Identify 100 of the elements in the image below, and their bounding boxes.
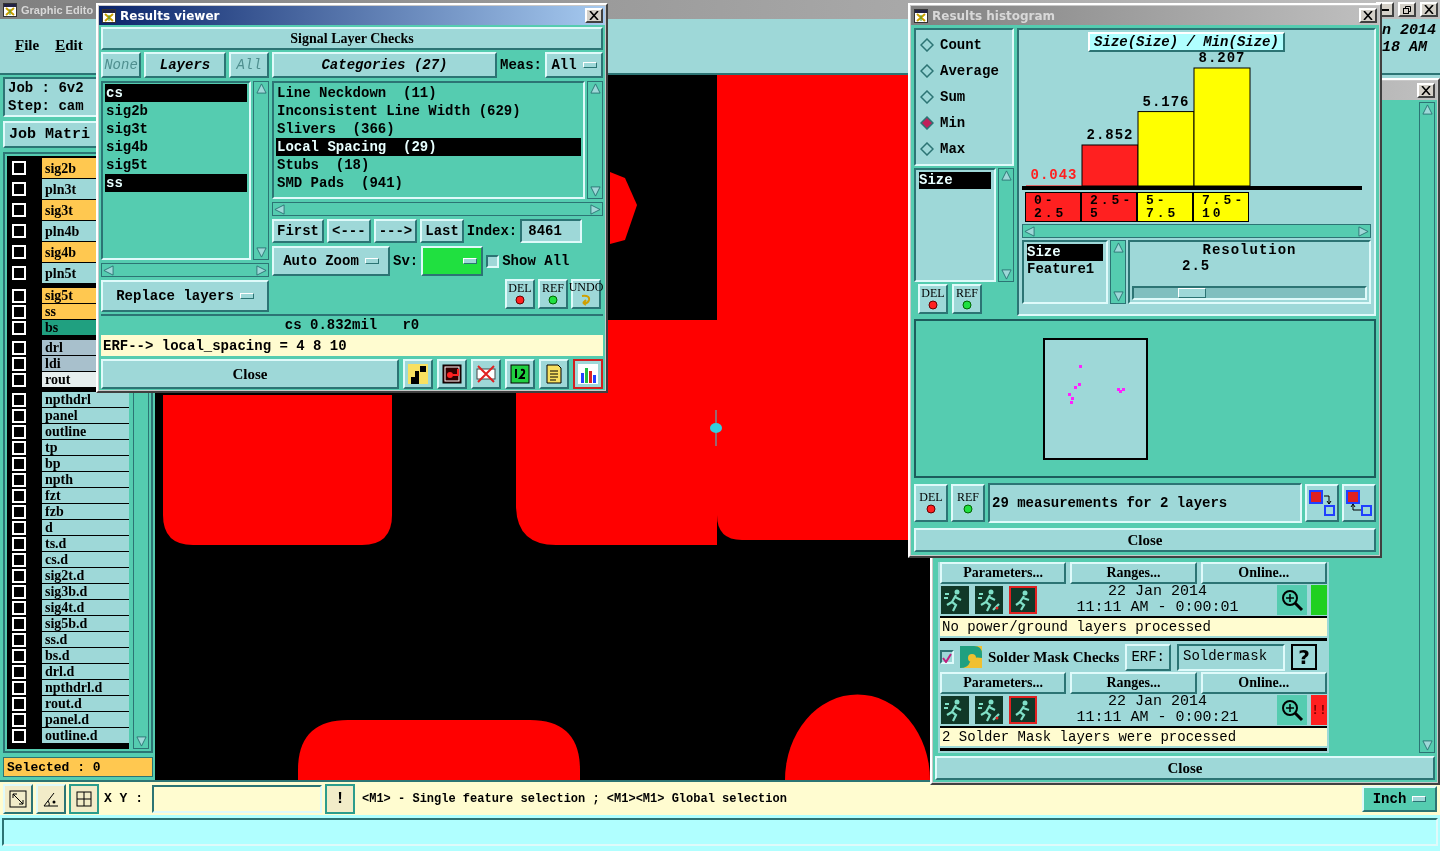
histogram-export-button[interactable] [1342,484,1376,522]
grid-button[interactable] [69,783,99,814]
layer-name[interactable]: npthdrl [42,392,129,407]
category-item[interactable]: Line Neckdown (11) [276,84,581,102]
replace-mode-dropdown[interactable]: Replace layers [101,280,269,312]
undo-button[interactable]: UNDO [571,279,601,309]
layer-name[interactable]: tp [42,440,129,455]
units-dropdown[interactable]: Inch [1362,785,1437,812]
layer-checkbox[interactable] [12,288,26,303]
erf-field[interactable]: Soldermask [1177,643,1285,671]
layer-checkbox[interactable] [12,456,26,471]
check-title-button[interactable]: Signal Layer Checks [101,27,603,50]
layer-checkbox[interactable] [12,632,26,647]
layer-checkbox[interactable] [12,664,26,679]
command-field[interactable] [2,818,1438,846]
check-option-button[interactable]: Parameters... [940,562,1067,584]
sv-dropdown[interactable] [421,246,484,276]
refresh-button[interactable]: REF [538,279,568,309]
scroll-arrow-icon[interactable] [1421,740,1433,751]
layer-name[interactable]: fzb [42,504,129,519]
run-button[interactable] [1008,695,1038,725]
layer-checkbox[interactable] [12,616,26,631]
meas-dropdown[interactable]: All [545,52,603,78]
layer-checkbox[interactable] [12,245,26,259]
scroll-arrow-icon[interactable] [1112,242,1124,253]
layer-checkbox[interactable] [12,224,26,238]
categories-button[interactable]: Categories (27) [272,52,497,78]
coordinate-field[interactable] [152,784,322,813]
scroll-arrow-icon[interactable] [1358,225,1369,237]
layer-checkbox[interactable] [12,568,26,583]
category-item[interactable]: Inconsistent Line Width (629) [276,102,581,120]
scroll-arrow-icon[interactable] [135,736,147,747]
layer-name[interactable]: bp [42,456,129,471]
slider-thumb[interactable] [1177,288,1206,298]
layer-checkbox[interactable] [12,266,26,280]
category-item[interactable]: SMD Pads (941) [276,174,581,192]
nav-button[interactable]: <--- [327,219,371,243]
scroll-arrow-icon[interactable] [274,203,285,215]
scroll-arrow-icon[interactable] [1024,225,1035,237]
layer-name[interactable]: npth [42,472,129,487]
layer-name[interactable]: d [42,520,129,535]
radio-button[interactable] [920,116,934,130]
layer-item[interactable]: ss [105,174,247,192]
layer-name[interactable]: panel.d [42,712,129,727]
layer-checkbox[interactable] [12,600,26,615]
layer-checkbox[interactable] [12,488,26,503]
layer-checkbox[interactable] [12,372,26,387]
layer-name[interactable]: ss.d [42,632,129,647]
alert-button[interactable]: ! [325,783,355,814]
run-button[interactable] [1008,585,1038,615]
zoom-button[interactable] [1277,695,1307,725]
category-item[interactable]: Slivers (366) [276,120,581,138]
erf-button[interactable]: ERF: [1125,643,1171,671]
horizontal-scrollbar[interactable] [272,202,603,216]
attribute-item[interactable]: Size [919,172,991,189]
layer-checkbox[interactable] [12,320,26,335]
layer-name[interactable]: sig2t.d [42,568,129,583]
view-tool-button[interactable] [573,359,603,389]
layer-checkbox[interactable] [12,161,26,175]
scroll-arrow-icon[interactable] [1000,269,1012,280]
refresh-button[interactable]: REF [952,284,982,314]
scroll-arrow-icon[interactable] [255,83,267,94]
layer-checkbox[interactable] [12,340,26,355]
layer-name[interactable]: outline.d [42,728,129,743]
horizontal-scrollbar[interactable] [101,263,269,277]
scroll-arrow-icon[interactable] [256,264,267,276]
menu-item[interactable]: Edit [55,37,83,54]
maximize-button[interactable] [1398,2,1416,17]
field-item[interactable]: Size [1027,244,1103,261]
nav-button[interactable]: ---> [373,219,418,243]
layer-checkbox[interactable] [12,536,26,551]
layer-checkbox[interactable] [12,424,26,439]
angle-button[interactable] [36,783,66,814]
layer-checkbox[interactable] [12,648,26,663]
layer-name[interactable]: drl.d [42,664,129,679]
run-button[interactable] [974,695,1004,725]
layer-name[interactable]: rout.d [42,696,129,711]
run-button[interactable] [940,585,970,615]
layer-checkbox[interactable] [12,696,26,711]
layer-checkbox[interactable] [12,680,26,695]
scroll-arrow-icon[interactable] [589,186,601,197]
layer-checkbox[interactable] [12,584,26,599]
show-all-checkbox[interactable] [486,254,500,268]
check-option-button[interactable]: Online... [1200,672,1327,694]
layer-checkbox[interactable] [12,356,26,371]
check-option-button[interactable]: Ranges... [1070,562,1197,584]
delete-button[interactable]: DEL [914,484,948,522]
radio-button[interactable] [920,90,934,104]
refresh-button[interactable]: REF [951,484,985,522]
layer-name[interactable]: cs.d [42,552,129,567]
radio-button[interactable] [920,38,934,52]
layer-name[interactable]: ts.d [42,536,129,551]
layer-filter-button[interactable]: Layers [144,52,226,78]
histogram-export-button[interactable] [1305,484,1339,522]
close-button[interactable] [1420,2,1438,17]
check-checkbox[interactable] [940,650,954,664]
close-button[interactable]: Close [914,528,1376,552]
layer-name[interactable]: npthdrl.d [42,680,129,695]
close-button[interactable]: Close [935,756,1435,780]
layer-name[interactable]: sig5b.d [42,616,129,631]
